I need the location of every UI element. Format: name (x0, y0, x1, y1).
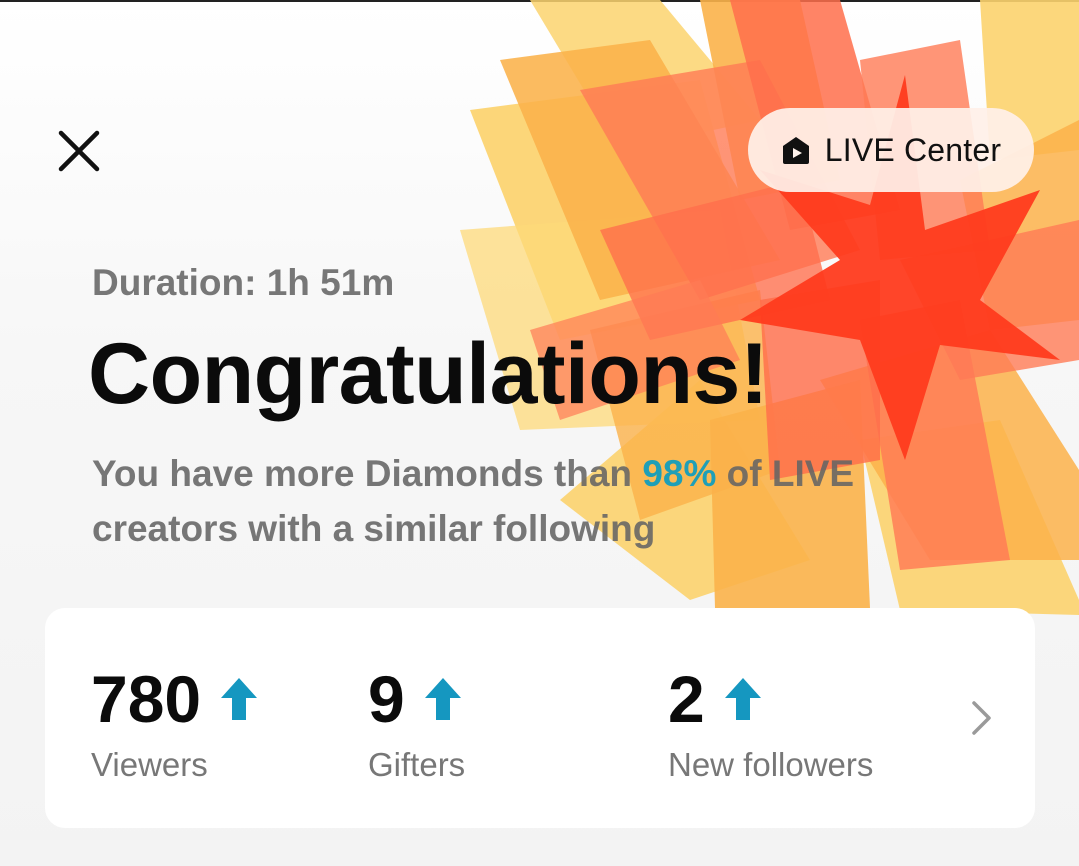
viewers-count: 780 (91, 662, 202, 736)
live-summary-screen: LIVE Center Duration: 1h 51m Congratulat… (0, 0, 1079, 866)
trend-up-arrow-icon (724, 678, 761, 720)
stat-value-row: 2 (668, 666, 763, 732)
page-title: Congratulations! (88, 326, 768, 422)
live-house-icon (782, 137, 809, 164)
trend-up-arrow-icon (424, 678, 461, 720)
close-icon (58, 130, 100, 172)
viewers-label: Viewers (91, 746, 208, 783)
new-followers-label: New followers (668, 746, 874, 783)
diamonds-percentile: 98% (642, 453, 717, 494)
stat-value-row: 780 (91, 666, 259, 732)
close-button[interactable] (48, 120, 110, 182)
new-followers-count: 2 (668, 662, 705, 736)
subtitle-start: You have more Diamonds than (92, 453, 643, 494)
stats-card[interactable]: 780 Viewers 9 Gifters 2 New followers (45, 608, 1035, 828)
trend-up-arrow-icon (221, 678, 258, 720)
stat-value-row: 9 (368, 666, 463, 732)
live-duration: Duration: 1h 51m (92, 262, 395, 303)
chevron-right-icon[interactable] (963, 700, 999, 736)
live-center-button[interactable]: LIVE Center (748, 108, 1034, 192)
diamonds-comparison-text: You have more Diamonds than 98% of LIVE … (92, 446, 992, 556)
gifters-count: 9 (368, 662, 405, 736)
live-center-label: LIVE Center (824, 131, 1002, 168)
gifters-label: Gifters (368, 746, 466, 783)
